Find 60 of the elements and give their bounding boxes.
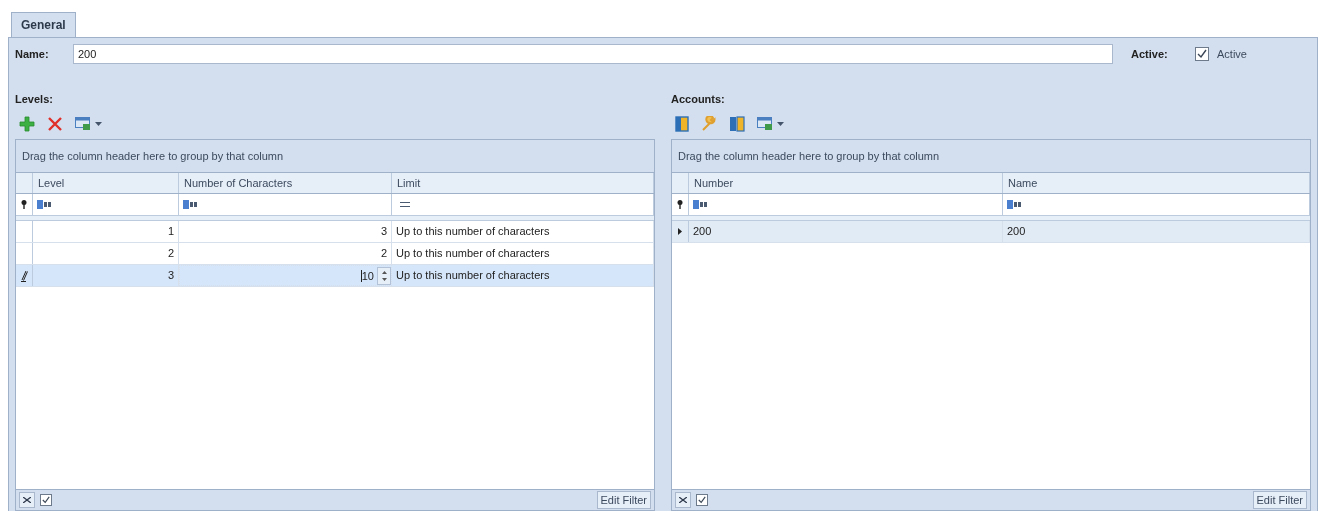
active-label: Active:	[1131, 46, 1169, 62]
check-icon	[1197, 49, 1207, 59]
checkbox[interactable]	[696, 494, 708, 506]
text-filter-icon	[183, 200, 199, 209]
table-cell-text: Up to this number of characters	[396, 224, 550, 240]
spin-arrows-icon	[381, 270, 387, 281]
checkbox-label: Active	[1217, 46, 1248, 62]
equals-filter-icon	[400, 202, 410, 207]
table-cell-text: 3	[167, 268, 174, 284]
delete-icon[interactable]	[47, 116, 63, 132]
grid-row[interactable]: 2 2 Up to this number of characters	[16, 243, 654, 265]
column-header[interactable]: Level	[33, 173, 179, 193]
pin-icon	[21, 200, 27, 209]
name-field[interactable]: 200	[73, 44, 1113, 64]
column-header[interactable]: Number of Characters	[179, 173, 392, 193]
table-cell-text: 200	[1007, 224, 1026, 240]
door-icon[interactable]	[675, 116, 689, 132]
export-dropdown[interactable]	[75, 117, 102, 131]
check-icon	[698, 496, 706, 504]
clear-filter-button[interactable]	[675, 492, 691, 508]
group-panel: Drag the column header here to group by that column	[16, 140, 654, 173]
table-cell-text: Up to this number of characters	[396, 246, 550, 262]
add-icon[interactable]	[19, 116, 35, 132]
section-title: Levels:	[15, 92, 54, 107]
grid-export-icon	[757, 117, 773, 131]
spin-button[interactable]	[377, 266, 391, 285]
group-panel: Drag the column header here to group by that column	[672, 140, 1310, 173]
name-label: Name:	[15, 46, 50, 62]
clear-filter-button[interactable]	[19, 492, 35, 508]
checkbox[interactable]	[1195, 47, 1209, 61]
table-cell-text: 2	[380, 246, 387, 262]
section-title: Accounts:	[671, 92, 726, 107]
caret-icon	[95, 122, 102, 126]
table-cell-text: Up to this number of characters	[396, 268, 550, 284]
close-icon	[23, 497, 31, 503]
grid-export-icon	[75, 117, 91, 131]
pin-icon	[677, 200, 683, 209]
current-row-icon	[678, 228, 682, 235]
grid-row[interactable]: 200 200	[672, 221, 1310, 243]
export-dropdown[interactable]	[757, 117, 784, 131]
grid-row[interactable]: 3 10 Up to this number of characters	[16, 265, 654, 287]
table-cell-text: 2	[167, 246, 174, 262]
grid-row[interactable]: 1 3 Up to this number of characters	[16, 221, 654, 243]
edit-filter-button[interactable]: Edit Filter	[1252, 491, 1307, 509]
caret-icon	[777, 122, 784, 126]
column-header[interactable]: Limit	[392, 173, 654, 193]
column-header[interactable]: Name	[1003, 173, 1310, 193]
edit-filter-button[interactable]: Edit Filter	[596, 491, 651, 509]
table-cell-text: 1	[167, 224, 174, 240]
doors-icon[interactable]	[729, 116, 745, 132]
tab[interactable]: General	[11, 12, 76, 37]
column-header[interactable]: Number	[689, 173, 1003, 193]
check-icon	[42, 496, 50, 504]
text-filter-icon	[693, 200, 709, 209]
text-filter-icon	[1007, 200, 1023, 209]
close-icon	[679, 497, 687, 503]
text-filter-icon	[37, 200, 53, 209]
checkbox[interactable]	[40, 494, 52, 506]
table-cell-text: 200	[693, 224, 712, 240]
table-cell-text: 3	[380, 224, 387, 240]
